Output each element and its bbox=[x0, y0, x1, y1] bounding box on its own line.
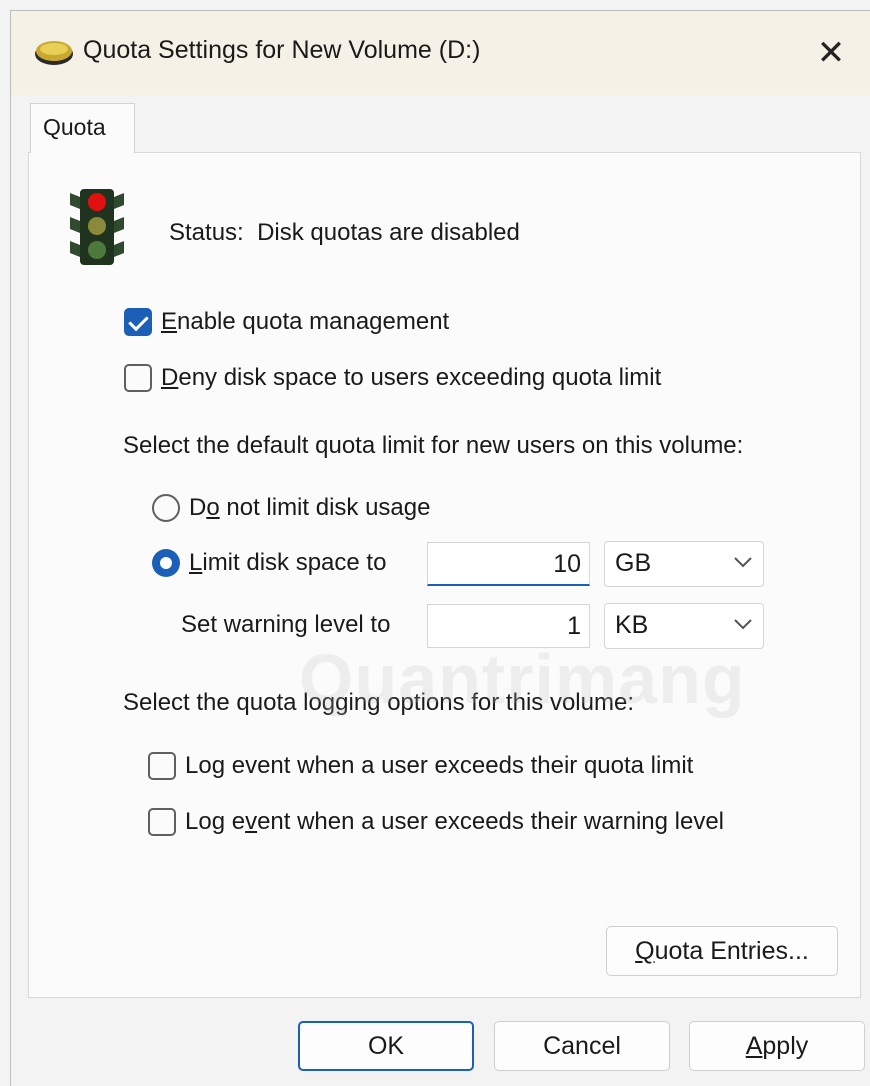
log-warning-level-checkbox[interactable] bbox=[148, 808, 176, 836]
limit-text: imit disk space to bbox=[202, 549, 387, 576]
log-quota-limit-label[interactable]: Log event when a user exceeds their quot… bbox=[185, 751, 693, 781]
deny-disk-space-label[interactable]: Deny disk space to users exceeding quota… bbox=[161, 363, 661, 393]
log-quota-limit-checkbox[interactable] bbox=[148, 752, 176, 780]
quota-entries-text: uota Entries... bbox=[654, 936, 809, 965]
close-button[interactable]: ✕ bbox=[791, 21, 870, 85]
quota-entries-button[interactable]: Quota Entries... bbox=[606, 926, 838, 976]
no-limit-label[interactable]: Do not limit disk usage bbox=[189, 493, 430, 523]
limit-disk-space-radio[interactable] bbox=[152, 549, 180, 577]
window-title: Quota Settings for New Volume (D:) bbox=[83, 36, 481, 64]
tab-quota-label: Quota bbox=[43, 114, 106, 140]
log-quota-pre: Lo bbox=[185, 752, 212, 779]
log-quota-text: event when a user exceeds their quota li… bbox=[225, 752, 694, 779]
warning-unit-value: KB bbox=[615, 611, 649, 639]
enable-quota-text: nable quota management bbox=[177, 308, 450, 335]
log-quota-mnemonic: g bbox=[211, 752, 226, 779]
quota-entries-mnemonic: Q bbox=[635, 936, 655, 965]
enable-quota-mnemonic: E bbox=[161, 308, 178, 335]
log-warning-mnemonic: v bbox=[245, 808, 258, 835]
status-text: Disk quotas are disabled bbox=[257, 219, 520, 246]
enable-quota-label[interactable]: Enable quota management bbox=[161, 307, 449, 337]
no-limit-mnemonic: o bbox=[206, 494, 220, 521]
deny-disk-text: eny disk space to users exceeding quota … bbox=[178, 364, 662, 391]
limit-mnemonic: L bbox=[189, 549, 203, 576]
close-icon: ✕ bbox=[816, 34, 846, 72]
deny-disk-space-checkbox[interactable] bbox=[124, 364, 152, 392]
warning-level-label: Set warning level to bbox=[181, 611, 391, 638]
status-line: Status: Disk quotas are disabled bbox=[169, 218, 520, 248]
chevron-down-icon bbox=[734, 557, 752, 568]
tab-quota[interactable]: Quota bbox=[30, 103, 135, 153]
no-limit-text: not limit disk usage bbox=[219, 494, 431, 521]
no-limit-pre: D bbox=[189, 494, 207, 521]
traffic-light-icon bbox=[70, 189, 124, 265]
default-limit-heading: Select the default quota limit for new u… bbox=[123, 432, 744, 459]
chevron-down-icon bbox=[734, 619, 752, 630]
limit-unit-select[interactable]: GB bbox=[604, 541, 764, 587]
apply-mnemonic: A bbox=[745, 1031, 763, 1060]
log-warning-pre: Log e bbox=[185, 808, 246, 835]
no-limit-radio[interactable] bbox=[152, 494, 180, 522]
limit-value-input[interactable]: 10 bbox=[427, 542, 590, 586]
limit-unit-value: GB bbox=[615, 549, 652, 577]
cancel-button[interactable]: Cancel bbox=[494, 1021, 670, 1071]
ok-button[interactable]: OK bbox=[298, 1021, 474, 1071]
apply-button[interactable]: Apply bbox=[689, 1021, 865, 1071]
title-bar: Quota Settings for New Volume (D:) ✕ bbox=[11, 11, 870, 95]
drive-icon bbox=[35, 41, 73, 65]
log-warning-level-label[interactable]: Log event when a user exceeds their warn… bbox=[185, 807, 724, 837]
log-warning-text: ent when a user exceeds their warning le… bbox=[257, 808, 724, 835]
apply-text: pply bbox=[762, 1031, 809, 1060]
watermark: Quantrimang bbox=[299, 640, 746, 718]
quota-settings-dialog: Quota Settings for New Volume (D:) ✕ Quo… bbox=[10, 10, 870, 1086]
enable-quota-checkbox[interactable] bbox=[124, 308, 152, 336]
limit-disk-space-label[interactable]: Limit disk space to bbox=[189, 548, 386, 578]
deny-disk-mnemonic: D bbox=[161, 364, 179, 391]
quota-tab-panel: Status: Disk quotas are disabled Enable … bbox=[28, 152, 861, 998]
status-label: Status: bbox=[169, 219, 244, 246]
